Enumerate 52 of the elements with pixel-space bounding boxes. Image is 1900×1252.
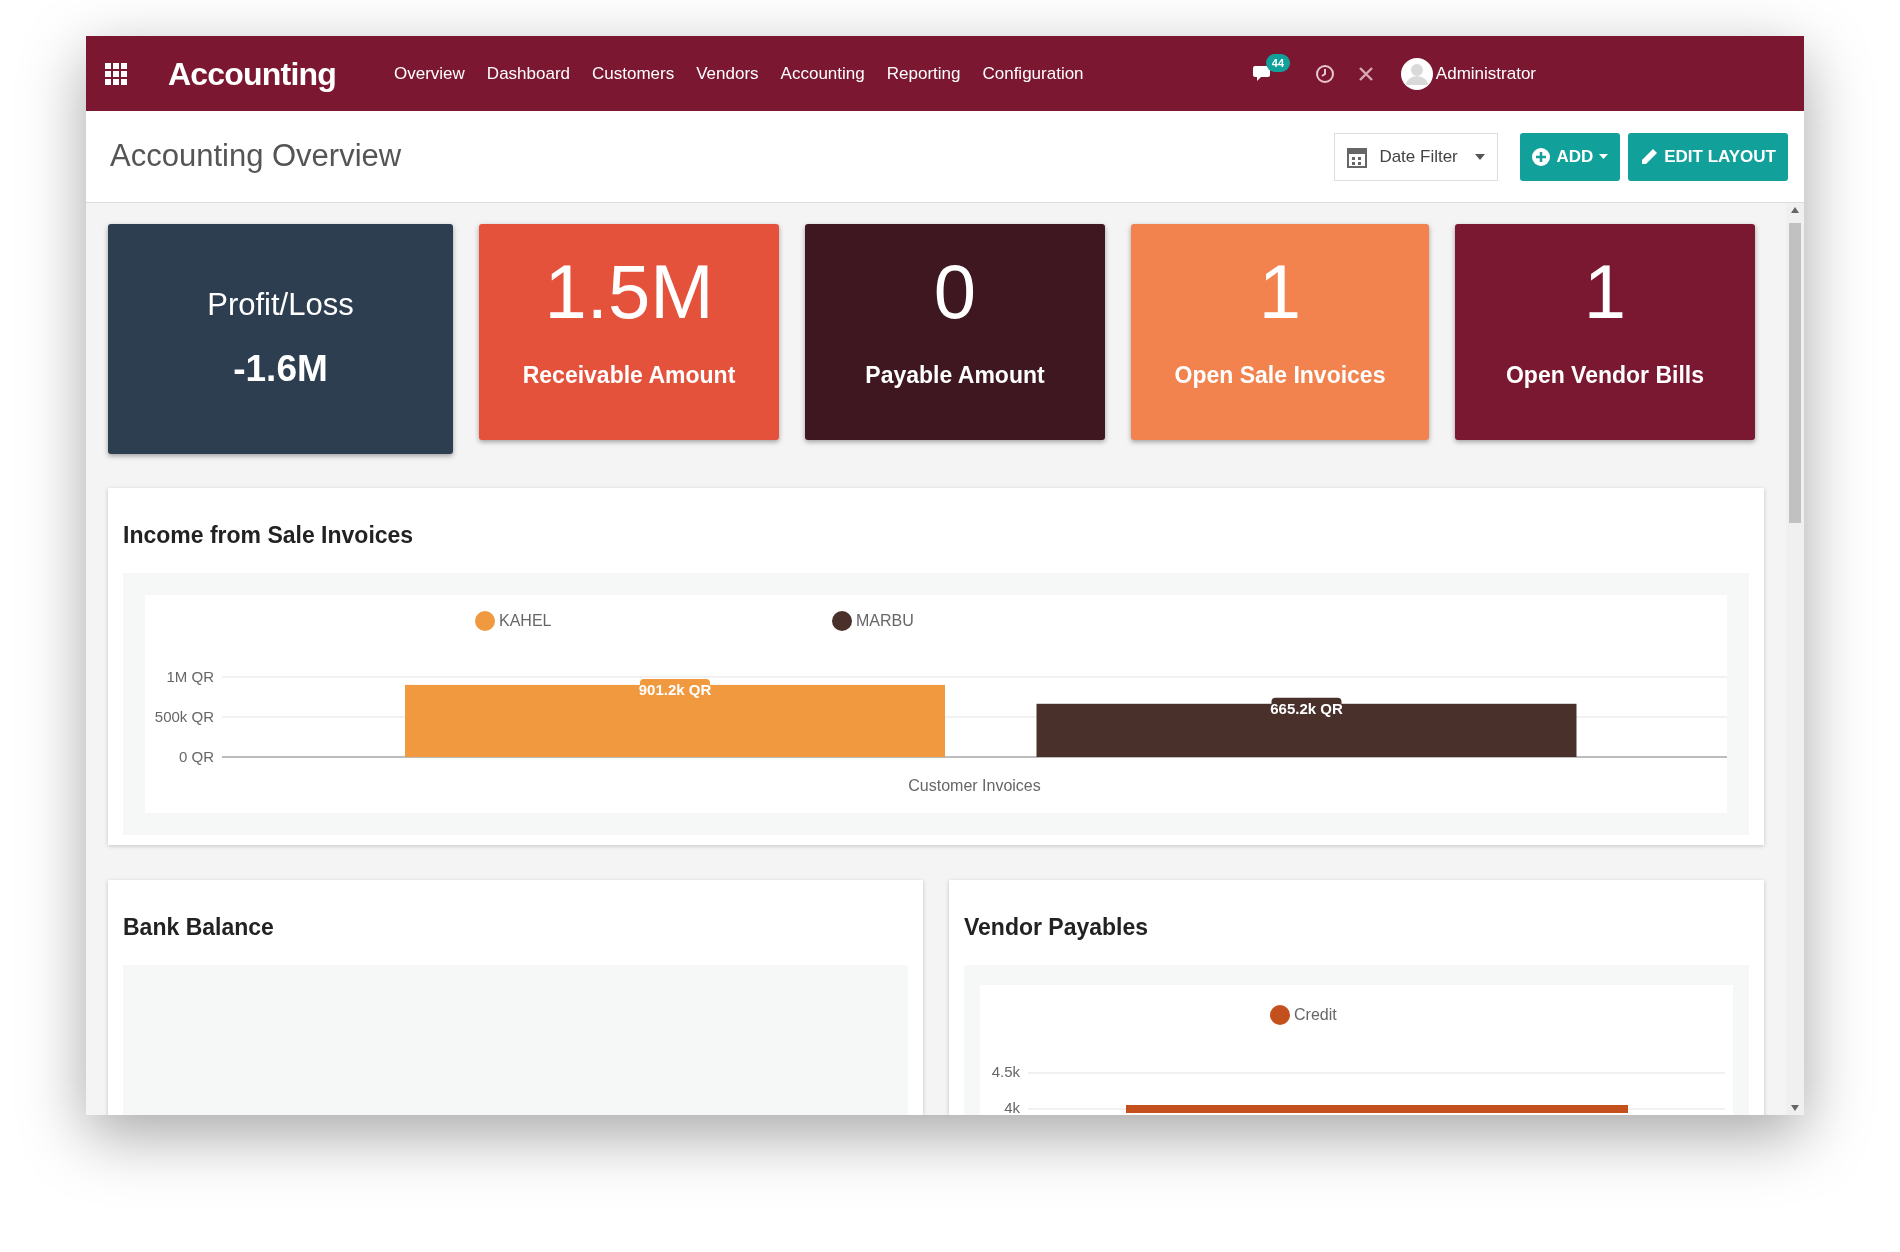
user-name[interactable]: Administrator bbox=[1435, 60, 1536, 87]
axis-tick-label: 500k QR bbox=[154, 707, 214, 725]
legend-item[interactable]: KAHEL bbox=[475, 610, 552, 631]
legend-item[interactable]: Credit bbox=[1270, 1004, 1337, 1025]
scroll-down-icon[interactable] bbox=[1791, 1105, 1799, 1111]
panel-title: Bank Balance bbox=[123, 913, 275, 942]
kpi-caption: Receivable Amount bbox=[522, 361, 736, 390]
page-title: Accounting Overview bbox=[110, 137, 402, 176]
menu-item[interactable]: Reporting bbox=[886, 60, 961, 87]
scroll-up-icon[interactable] bbox=[1791, 207, 1799, 213]
legend-label: KAHEL bbox=[499, 611, 552, 629]
value-label: 901.2k QR bbox=[638, 678, 712, 701]
legend-label: MARBU bbox=[856, 611, 914, 629]
panel-title: Vendor Payables bbox=[964, 913, 1150, 942]
menu-item[interactable]: Dashboard bbox=[486, 60, 571, 87]
axis-tick-label: 0 QR bbox=[179, 747, 214, 765]
clock-icon[interactable] bbox=[1314, 63, 1335, 84]
menu-item[interactable]: Overview bbox=[394, 60, 465, 87]
panel-title: Income from Sale Invoices bbox=[123, 521, 415, 550]
kpi-label: Profit/Loss bbox=[207, 286, 354, 324]
axis-tick-label: 1M QR bbox=[166, 667, 214, 685]
scrollbar-thumb[interactable] bbox=[1789, 223, 1801, 523]
menu-item[interactable]: Configuration bbox=[982, 60, 1084, 87]
app-title[interactable]: Accounting bbox=[168, 49, 336, 98]
tools-icon[interactable] bbox=[1356, 64, 1375, 83]
axis-tick-label: 4.5k bbox=[991, 1062, 1020, 1080]
value-label: 665.2k QR bbox=[1270, 697, 1343, 720]
kpi-value: -1.6M bbox=[233, 346, 328, 391]
date-filter-dropdown[interactable]: Date Filter bbox=[1334, 132, 1499, 181]
bar[interactable] bbox=[1036, 703, 1577, 757]
kpi-caption: Payable Amount bbox=[865, 361, 1045, 390]
kpi-caption: Open Vendor Bills bbox=[1505, 361, 1705, 390]
pencil-icon bbox=[1640, 147, 1659, 166]
kpi-number: 1 bbox=[1583, 254, 1627, 330]
scrollbar[interactable] bbox=[1786, 203, 1804, 1115]
menu-item[interactable]: Vendors bbox=[696, 60, 759, 87]
menu-item[interactable]: Customers bbox=[592, 60, 675, 87]
kpi-caption: Open Sale Invoices bbox=[1174, 361, 1386, 390]
kpi-number: 1 bbox=[1258, 254, 1302, 330]
legend-item[interactable]: MARBU bbox=[832, 610, 914, 631]
apps-grid-icon[interactable] bbox=[104, 61, 128, 86]
category-label: Customer Invoices bbox=[908, 776, 1041, 794]
kpi-number: 1.5M bbox=[544, 254, 714, 330]
kpi-number: 0 bbox=[933, 254, 977, 330]
menu-item[interactable]: Accounting bbox=[780, 60, 865, 87]
plus-circle-icon bbox=[1532, 147, 1551, 166]
caret-icon bbox=[1475, 153, 1486, 160]
calendar-icon bbox=[1347, 145, 1368, 168]
axis-tick-label: 4k bbox=[1004, 1098, 1020, 1113]
message-count-badge: 44 bbox=[1265, 53, 1291, 72]
caret-icon bbox=[1599, 154, 1609, 159]
avatar-icon[interactable] bbox=[1400, 57, 1433, 90]
